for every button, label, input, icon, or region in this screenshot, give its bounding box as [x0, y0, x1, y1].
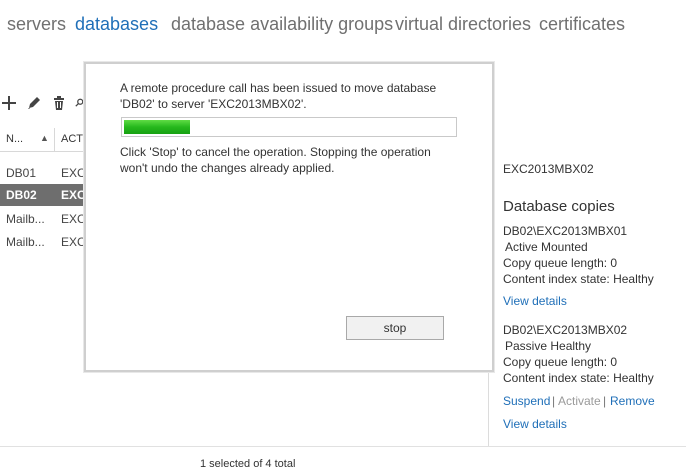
content-index-state: Content index state: Healthy: [503, 371, 654, 385]
row-server: EXC: [61, 188, 86, 202]
search-icon[interactable]: [74, 94, 84, 112]
database-copies-heading: Database copies: [503, 198, 615, 215]
dialog-message: A remote procedure call has been issued …: [120, 81, 437, 111]
row-server: EXC: [61, 212, 86, 226]
selection-status: 1 selected of 4 total: [200, 458, 296, 470]
copy-status: Active Mounted: [505, 240, 588, 254]
view-details-link[interactable]: View details: [503, 294, 567, 308]
copy-name: DB02\EXC2013MBX02: [503, 323, 628, 337]
row-name: Mailb...: [6, 235, 45, 249]
stop-button[interactable]: stop: [346, 316, 444, 340]
row-server: EXC: [61, 166, 86, 180]
suspend-link[interactable]: Suspend: [503, 394, 550, 408]
details-pane: EXC2013MBX02 Database copies DB02\EXC201…: [488, 126, 686, 446]
column-name-header[interactable]: N...: [6, 133, 23, 145]
tab-databases[interactable]: databases: [75, 14, 158, 35]
activate-link[interactable]: Activate: [558, 394, 601, 408]
progress-bar: [121, 117, 457, 137]
copy-status: Passive Healthy: [505, 339, 592, 353]
table-row[interactable]: DB01 EXC: [0, 162, 86, 184]
delete-icon[interactable]: [50, 94, 68, 112]
list-header: N... ▲ ACTI: [0, 128, 86, 152]
table-row-selected[interactable]: DB02 EXC: [0, 184, 86, 206]
tab-virtual-directories[interactable]: virtual directories: [395, 14, 531, 35]
copy-queue-length: Copy queue length: 0: [503, 256, 618, 270]
add-icon[interactable]: [0, 94, 18, 112]
copy-queue-length: Copy queue length: 0: [503, 355, 618, 369]
row-name: Mailb...: [6, 212, 45, 226]
tab-database-availability-groups[interactable]: database availability groups: [171, 14, 393, 35]
row-server: EXC: [61, 235, 86, 249]
operation-progress-dialog: A remote procedure call has been issued …: [84, 62, 494, 372]
row-name: DB02: [6, 188, 37, 202]
view-details-link[interactable]: View details: [503, 417, 567, 431]
edit-icon[interactable]: [25, 94, 43, 112]
sort-ascending-icon: ▲: [40, 133, 49, 143]
table-row[interactable]: Mailb... EXC: [0, 231, 86, 253]
copy-name: DB02\EXC2013MBX01: [503, 224, 628, 238]
remove-link[interactable]: Remove: [610, 394, 655, 408]
content-index-state: Content index state: Healthy: [503, 272, 654, 286]
column-divider: [54, 128, 55, 152]
link-separator: |: [603, 394, 607, 408]
row-name: DB01: [6, 166, 37, 180]
progress-bar-fill: [124, 120, 190, 134]
column-active-server-header[interactable]: ACTI: [61, 133, 86, 145]
table-row[interactable]: Mailb... EXC: [0, 208, 86, 230]
link-separator: |: [552, 394, 556, 408]
tab-servers[interactable]: servers: [7, 14, 66, 35]
dialog-note: Click 'Stop' to cancel the operation. St…: [120, 145, 431, 175]
status-divider: [0, 446, 686, 447]
tab-certificates[interactable]: certificates: [539, 14, 625, 35]
details-server-name: EXC2013MBX02: [503, 162, 594, 176]
